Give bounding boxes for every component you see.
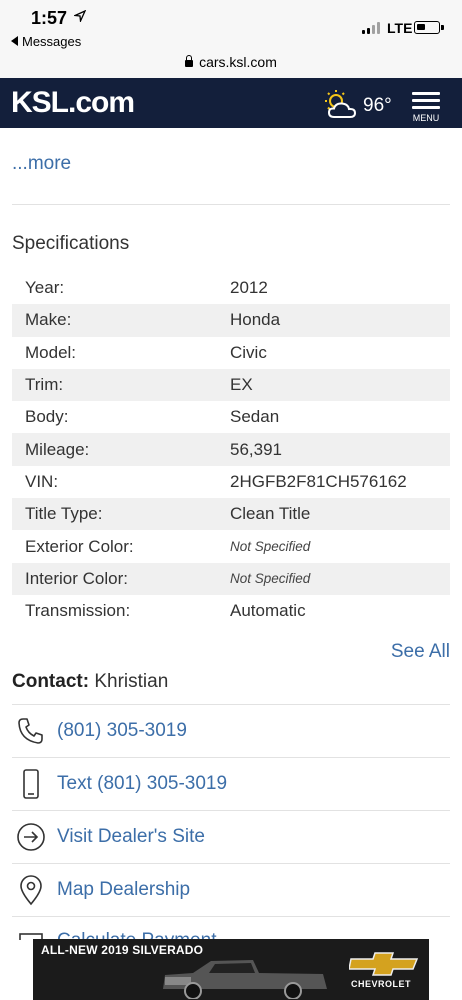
contact-line: Contact: Khristian	[12, 671, 168, 693]
spec-row: Make: Honda	[12, 304, 450, 337]
hamburger-icon	[412, 92, 440, 95]
spec-label: Title Type:	[25, 504, 103, 524]
spec-value: Clean Title	[230, 504, 311, 524]
spec-value: 2012	[230, 278, 268, 298]
more-link[interactable]: ...more	[12, 153, 71, 175]
specifications-table: Year: 2012 Make: Honda Model: Civic Trim: EX Bod…	[12, 272, 450, 627]
map-pin-icon	[20, 874, 42, 905]
spec-value: 56,391	[230, 439, 282, 459]
spec-label: Exterior Color:	[25, 536, 134, 556]
spec-value: EX	[230, 375, 253, 395]
spec-label: Trim:	[25, 375, 64, 395]
contact-label: Contact:	[12, 671, 90, 692]
spec-value: Sedan	[230, 407, 280, 427]
text-phone-button[interactable]: Text (801) 305-3019	[12, 757, 450, 810]
url-bar[interactable]: cars.ksl.com	[0, 50, 462, 78]
spec-row: Model: Civic	[12, 337, 450, 369]
divider	[12, 204, 450, 205]
spec-row: Year: 2012	[12, 272, 450, 304]
calculate-payment-button[interactable]: Calculate Payment	[12, 916, 450, 940]
contact-name: Khristian	[94, 671, 169, 692]
spec-label: Year:	[25, 278, 65, 298]
call-phone-button[interactable]: (801) 305-3019	[12, 704, 450, 757]
mobile-icon	[23, 768, 39, 799]
spec-row: Mileage: 56,391	[12, 433, 450, 466]
ksl-logo[interactable]: KSL.com	[11, 86, 135, 120]
battery-icon	[414, 21, 444, 34]
visit-dealer-site-button[interactable]: Visit Dealer's Site	[12, 810, 450, 863]
spec-row: VIN: 2HGFB2F81CH576162	[12, 466, 450, 498]
spec-value: Not Specified	[230, 571, 311, 587]
arrow-circle-icon	[17, 822, 45, 851]
spec-row: Body: Sedan	[12, 401, 450, 433]
partly-cloudy-icon	[325, 90, 357, 118]
spec-row: Interior Color: Not Specified	[12, 562, 450, 595]
spec-label: Mileage:	[25, 439, 90, 459]
url-text: cars.ksl.com	[199, 54, 277, 70]
ad-banner[interactable]: ALL-NEW 2019 SILVERADO CHEVROLET	[33, 939, 429, 1000]
status-bar: 1:57 Messages LTE	[0, 0, 462, 50]
spec-value: Automatic	[230, 601, 306, 621]
spec-label: VIN:	[25, 471, 59, 491]
spec-row: Transmission: Automatic	[12, 595, 450, 627]
site-header: KSL.com	[0, 78, 462, 128]
spec-label: Transmission:	[25, 601, 131, 621]
menu-button[interactable]: MENU	[410, 92, 442, 123]
spec-label: Make:	[25, 310, 72, 330]
chevrolet-bowtie-logo	[349, 952, 419, 976]
spec-label: Body:	[25, 407, 69, 427]
network-type: LTE	[387, 20, 413, 36]
location-arrow-icon	[74, 10, 86, 22]
spec-row: Exterior Color: Not Specified	[12, 530, 450, 562]
spec-value: Civic	[230, 342, 267, 362]
spec-value: Honda	[230, 310, 281, 330]
see-all-link[interactable]: See All	[391, 641, 450, 663]
spec-row: Trim: EX	[12, 368, 450, 402]
spec-label: Interior Color:	[25, 568, 128, 588]
lock-icon	[185, 55, 194, 67]
back-arrow-icon	[11, 36, 18, 46]
phone-icon	[18, 717, 43, 744]
spec-label: Model:	[25, 342, 77, 362]
truck-image	[163, 960, 327, 999]
spec-row: Title Type: Clean Title	[12, 498, 450, 531]
back-to-messages[interactable]: Messages	[11, 34, 81, 49]
spec-value: Not Specified	[230, 539, 311, 555]
map-dealership-button[interactable]: Map Dealership	[12, 863, 450, 916]
signal-icon	[362, 22, 384, 34]
clock: 1:57	[31, 8, 68, 28]
specifications-heading: Specifications	[12, 233, 130, 254]
temperature: 96°	[363, 95, 392, 116]
ad-brand: CHEVROLET	[350, 979, 411, 989]
spec-value: 2HGFB2F81CH576162	[230, 471, 407, 491]
